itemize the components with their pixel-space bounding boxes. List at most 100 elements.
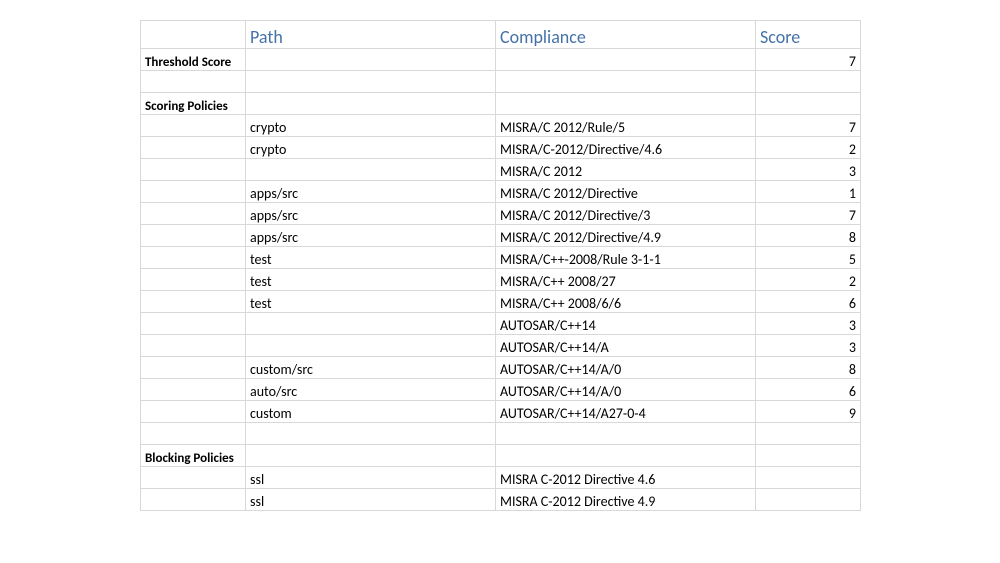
table-cell: Threshold Score bbox=[141, 49, 246, 71]
table-cell: apps/src bbox=[246, 225, 496, 247]
table-cell: test bbox=[246, 291, 496, 313]
table-cell bbox=[141, 335, 246, 357]
table-cell bbox=[496, 49, 756, 71]
table-cell: auto/src bbox=[246, 379, 496, 401]
table-cell bbox=[246, 445, 496, 467]
table-row: AUTOSAR/C++14/A3 bbox=[141, 335, 861, 357]
table-cell bbox=[141, 467, 246, 489]
table-cell bbox=[141, 313, 246, 335]
table-cell bbox=[496, 93, 756, 115]
table-cell: MISRA/C 2012/Directive/4.9 bbox=[496, 225, 756, 247]
table-cell bbox=[246, 313, 496, 335]
table-cell: 6 bbox=[756, 291, 861, 313]
table-row: sslMISRA C-2012 Directive 4.6 bbox=[141, 467, 861, 489]
table-cell bbox=[141, 159, 246, 181]
table-cell: MISRA/C 2012/Rule/5 bbox=[496, 115, 756, 137]
table-row bbox=[141, 71, 861, 93]
table-row: testMISRA/C++ 2008/6/66 bbox=[141, 291, 861, 313]
table-cell bbox=[141, 291, 246, 313]
table-cell bbox=[756, 467, 861, 489]
table-row: cryptoMISRA/C-2012/Directive/4.62 bbox=[141, 137, 861, 159]
table-row: testMISRA/C++ 2008/272 bbox=[141, 269, 861, 291]
table-cell: ssl bbox=[246, 489, 496, 511]
table-cell: MISRA/C++ 2008/6/6 bbox=[496, 291, 756, 313]
table-cell: MISRA/C-2012/Directive/4.6 bbox=[496, 137, 756, 159]
table-cell bbox=[246, 423, 496, 445]
table-cell bbox=[141, 115, 246, 137]
table-cell bbox=[141, 423, 246, 445]
table-cell: MISRA/C++ 2008/27 bbox=[496, 269, 756, 291]
table-cell: apps/src bbox=[246, 181, 496, 203]
policies-table: Path Compliance Score Threshold Score7Sc… bbox=[140, 20, 861, 511]
table-row: Blocking Policies bbox=[141, 445, 861, 467]
table-cell: 8 bbox=[756, 225, 861, 247]
table-cell: ssl bbox=[246, 467, 496, 489]
table-cell bbox=[141, 71, 246, 93]
table-cell: MISRA C-2012 Directive 4.6 bbox=[496, 467, 756, 489]
table-cell: 2 bbox=[756, 137, 861, 159]
table-cell: AUTOSAR/C++14 bbox=[496, 313, 756, 335]
table-cell: custom/src bbox=[246, 357, 496, 379]
table-cell bbox=[756, 489, 861, 511]
table-row: apps/srcMISRA/C 2012/Directive/4.98 bbox=[141, 225, 861, 247]
table-cell bbox=[756, 93, 861, 115]
table-cell: 1 bbox=[756, 181, 861, 203]
table-cell bbox=[141, 247, 246, 269]
table-row: apps/srcMISRA/C 2012/Directive/37 bbox=[141, 203, 861, 225]
header-blank bbox=[141, 21, 246, 49]
header-score: Score bbox=[756, 21, 861, 49]
table-cell: 6 bbox=[756, 379, 861, 401]
table-row: MISRA/C 20123 bbox=[141, 159, 861, 181]
table-cell bbox=[141, 379, 246, 401]
table-row: AUTOSAR/C++143 bbox=[141, 313, 861, 335]
table-cell: crypto bbox=[246, 137, 496, 159]
policies-table-container: Path Compliance Score Threshold Score7Sc… bbox=[140, 20, 860, 511]
table-cell bbox=[756, 71, 861, 93]
table-cell: 7 bbox=[756, 115, 861, 137]
table-cell: 3 bbox=[756, 335, 861, 357]
table-cell: Blocking Policies bbox=[141, 445, 246, 467]
table-cell bbox=[141, 269, 246, 291]
table-cell bbox=[246, 159, 496, 181]
table-cell bbox=[246, 335, 496, 357]
table-row: auto/srcAUTOSAR/C++14/A/06 bbox=[141, 379, 861, 401]
table-cell: apps/src bbox=[246, 203, 496, 225]
table-cell bbox=[496, 423, 756, 445]
table-cell: MISRA C-2012 Directive 4.9 bbox=[496, 489, 756, 511]
table-cell: test bbox=[246, 269, 496, 291]
table-cell bbox=[246, 49, 496, 71]
table-cell: 9 bbox=[756, 401, 861, 423]
table-cell: AUTOSAR/C++14/A27-0-4 bbox=[496, 401, 756, 423]
table-cell: AUTOSAR/C++14/A bbox=[496, 335, 756, 357]
table-cell bbox=[141, 489, 246, 511]
table-cell: MISRA/C 2012/Directive bbox=[496, 181, 756, 203]
table-cell: 3 bbox=[756, 313, 861, 335]
table-body: Threshold Score7Scoring PoliciescryptoMI… bbox=[141, 49, 861, 511]
table-cell bbox=[141, 181, 246, 203]
table-row: custom/srcAUTOSAR/C++14/A/08 bbox=[141, 357, 861, 379]
table-cell: 7 bbox=[756, 49, 861, 71]
table-cell: AUTOSAR/C++14/A/0 bbox=[496, 379, 756, 401]
table-cell: MISRA/C 2012 bbox=[496, 159, 756, 181]
table-cell: 8 bbox=[756, 357, 861, 379]
header-compliance: Compliance bbox=[496, 21, 756, 49]
table-cell bbox=[496, 445, 756, 467]
table-cell bbox=[246, 93, 496, 115]
table-cell bbox=[141, 225, 246, 247]
table-cell bbox=[141, 357, 246, 379]
table-cell: 5 bbox=[756, 247, 861, 269]
table-cell bbox=[141, 203, 246, 225]
table-row: customAUTOSAR/C++14/A27-0-49 bbox=[141, 401, 861, 423]
table-row: Scoring Policies bbox=[141, 93, 861, 115]
table-cell: 7 bbox=[756, 203, 861, 225]
table-cell bbox=[756, 423, 861, 445]
table-cell: MISRA/C 2012/Directive/3 bbox=[496, 203, 756, 225]
table-cell: custom bbox=[246, 401, 496, 423]
table-cell: crypto bbox=[246, 115, 496, 137]
header-row: Path Compliance Score bbox=[141, 21, 861, 49]
table-cell: test bbox=[246, 247, 496, 269]
table-row: cryptoMISRA/C 2012/Rule/57 bbox=[141, 115, 861, 137]
table-row: sslMISRA C-2012 Directive 4.9 bbox=[141, 489, 861, 511]
table-row bbox=[141, 423, 861, 445]
table-cell: 2 bbox=[756, 269, 861, 291]
